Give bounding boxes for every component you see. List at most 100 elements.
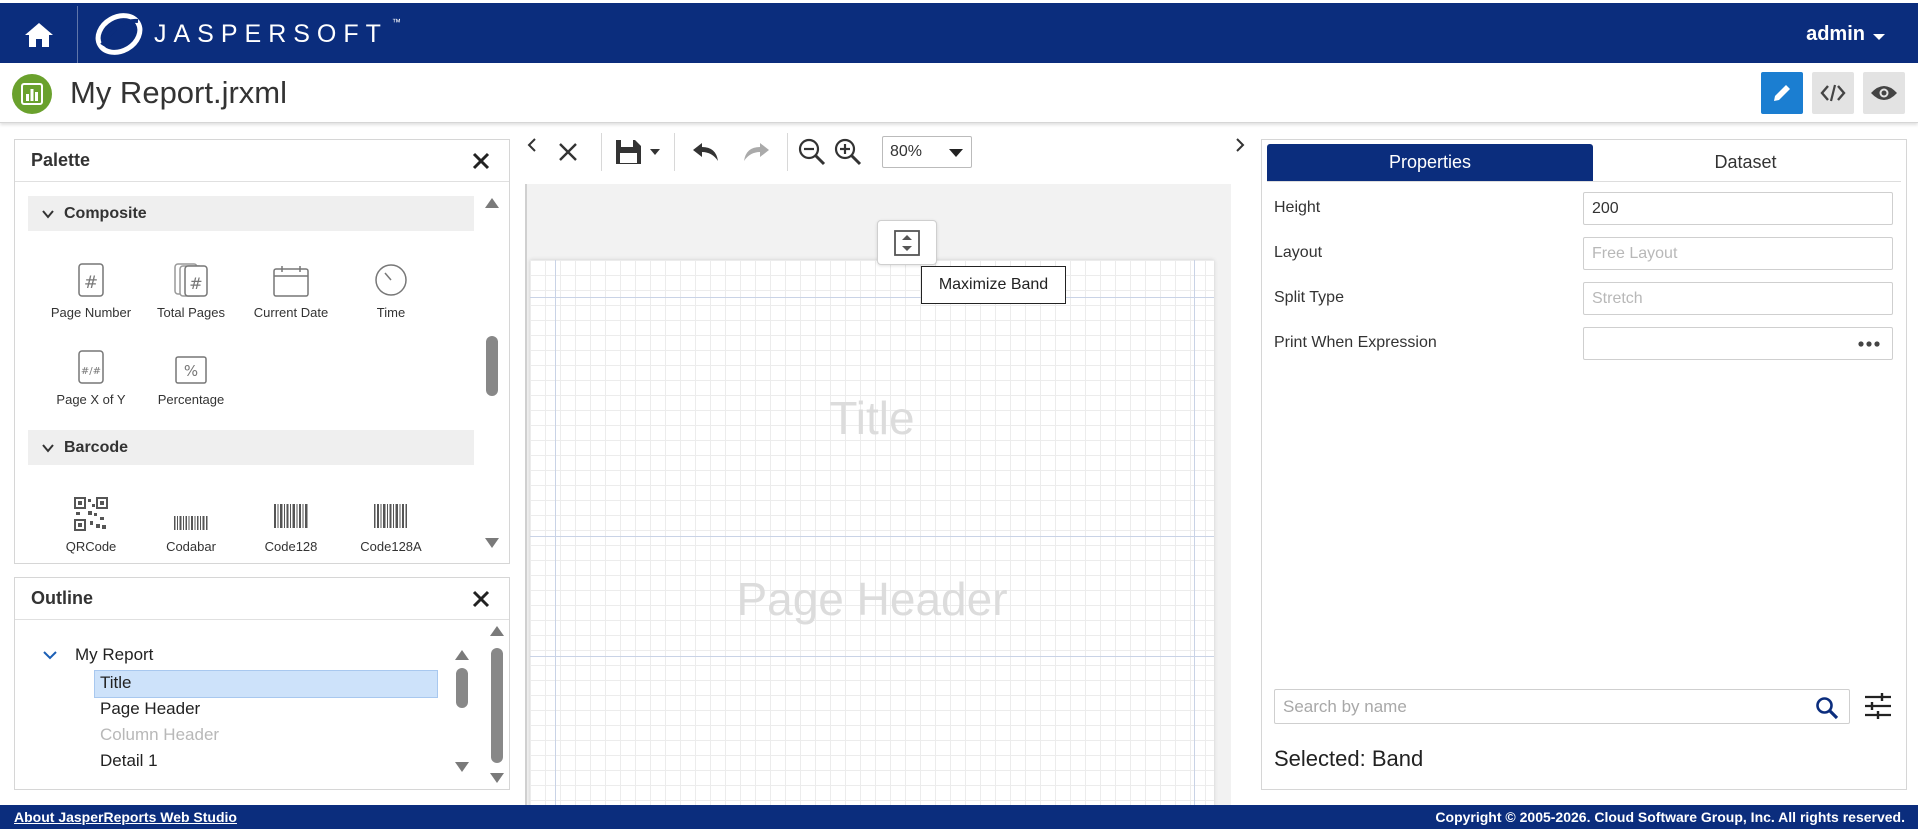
collapse-right-panel-button[interactable] (1230, 130, 1250, 160)
chevron-down-icon[interactable] (43, 650, 57, 660)
prop-label-height: Height (1274, 199, 1321, 216)
maximize-band-button[interactable] (877, 220, 937, 265)
band-page-header[interactable]: Page Header (530, 572, 1214, 626)
toolbar-divider (674, 133, 675, 171)
margin-guide (1194, 260, 1195, 805)
band-guide (530, 297, 1214, 298)
palette-item-total-pages[interactable]: # Total Pages (141, 257, 241, 320)
outline-inner-scrollbar[interactable] (455, 650, 469, 774)
palette-scrollbar[interactable] (485, 198, 499, 550)
height-field[interactable]: 200 (1583, 192, 1893, 225)
outline-item-column-header[interactable]: Column Header (100, 725, 219, 745)
outline-scrollbar[interactable] (490, 626, 504, 784)
report-canvas[interactable]: Title Page Header (525, 184, 1231, 805)
zoom-out-button[interactable] (794, 132, 830, 172)
palette-item-page-number[interactable]: # Page Number (41, 257, 141, 320)
calendar-icon (273, 266, 309, 297)
pencil-icon (1774, 85, 1790, 101)
search-placeholder: Search by name (1283, 696, 1407, 716)
close-icon[interactable] (471, 151, 491, 171)
scrollbar-thumb[interactable] (491, 648, 503, 763)
about-link[interactable]: About JasperReports Web Studio (14, 809, 237, 825)
jaspersoft-logo: JASPERSOFT ™ (94, 11, 407, 57)
save-button[interactable] (608, 132, 668, 172)
outline-header: Outline (15, 578, 509, 620)
palette-panel: Palette Composite # Page Number # Total … (14, 139, 510, 564)
brand-trademark: ™ (391, 17, 401, 27)
page-title: My Report.jrxml (70, 75, 288, 110)
selected-status: Selected: Band (1274, 746, 1424, 771)
prop-label-split-type: Split Type (1274, 289, 1344, 306)
undo-button[interactable] (681, 132, 731, 172)
save-icon (616, 140, 641, 164)
prop-label-print-when-expression: Print When Expression (1274, 334, 1437, 351)
code-icon (1820, 84, 1846, 102)
close-button[interactable] (541, 132, 595, 172)
user-menu[interactable]: admin (1806, 23, 1885, 46)
prop-label-layout: Layout (1274, 244, 1323, 261)
outline-item-title[interactable]: Title (94, 670, 438, 698)
scrollbar-thumb[interactable] (456, 668, 468, 708)
scroll-down-icon[interactable] (455, 762, 469, 772)
footer: About JasperReports Web Studio Copyright… (0, 805, 1918, 829)
zoom-in-button[interactable] (830, 132, 866, 172)
scrollbar-thumb[interactable] (486, 336, 498, 396)
more-icon[interactable] (1858, 341, 1880, 347)
margin-guide (555, 260, 556, 805)
band-title[interactable]: Title (530, 391, 1214, 445)
top-bar: JASPERSOFT ™ admin (0, 0, 1918, 63)
palette-item-qrcode[interactable]: QRCode (41, 491, 141, 554)
layout-field[interactable]: Free Layout (1583, 237, 1893, 270)
scroll-up-icon[interactable] (485, 198, 499, 208)
app: JASPERSOFT ™ admin My Report.jrxml Palet… (0, 0, 1918, 829)
designer-toolbar: 80% (525, 126, 1231, 178)
split-type-field[interactable]: Stretch (1583, 282, 1893, 315)
palette-title: Palette (31, 150, 91, 170)
outline-panel: Outline My Report Title Page Header Colu… (14, 577, 510, 790)
outline-item-page-header[interactable]: Page Header (100, 699, 200, 719)
report-page[interactable]: Title Page Header (530, 260, 1214, 805)
scroll-up-icon[interactable] (490, 626, 504, 636)
print-when-expression-field[interactable] (1583, 327, 1893, 360)
palette-group-composite[interactable]: Composite (28, 196, 474, 231)
palette-item-page-x-of-y[interactable]: #/# Page X of Y (41, 344, 141, 407)
search-input[interactable]: Search by name (1274, 689, 1850, 724)
total-pages-icon: # (174, 263, 208, 297)
scroll-up-icon[interactable] (455, 650, 469, 660)
home-button[interactable] (0, 6, 78, 63)
palette-item-percentage[interactable]: % Percentage (141, 344, 241, 407)
palette-item-code128[interactable]: Code128 (241, 491, 341, 554)
outline-root[interactable]: My Report (75, 645, 153, 665)
palette-group-barcode[interactable]: Barcode (28, 430, 474, 465)
barcode-icon (374, 504, 407, 528)
scroll-down-icon[interactable] (485, 538, 499, 548)
barcode-icon (174, 516, 208, 530)
scroll-down-icon[interactable] (490, 773, 504, 783)
brand-name: JASPERSOFT (154, 19, 388, 48)
chevron-down-icon (1873, 33, 1885, 40)
palette-item-code128a[interactable]: Code128A (341, 491, 441, 554)
zoom-out-icon (798, 138, 826, 166)
clock-icon (375, 264, 407, 296)
tab-properties[interactable]: Properties (1267, 144, 1593, 181)
redo-button[interactable] (731, 132, 781, 172)
palette-group-label: Barcode (64, 438, 129, 456)
close-icon[interactable] (471, 589, 491, 609)
chevron-right-icon (1236, 138, 1245, 152)
palette-item-codabar[interactable]: Codabar (141, 491, 241, 554)
tab-divider (1267, 181, 1901, 182)
search-icon[interactable] (1815, 696, 1839, 720)
source-mode-button[interactable] (1812, 72, 1854, 114)
design-mode-button[interactable] (1761, 72, 1803, 114)
palette-item-current-date[interactable]: Current Date (241, 257, 341, 320)
report-icon (12, 74, 52, 114)
zoom-select[interactable]: 80% (882, 136, 972, 168)
redo-icon (744, 143, 769, 161)
preview-mode-button[interactable] (1863, 72, 1905, 114)
svg-text:#: # (84, 273, 98, 293)
chevron-down-icon (949, 149, 963, 157)
filter-settings-icon[interactable] (1863, 691, 1893, 721)
palette-item-time[interactable]: Time (341, 257, 441, 320)
outline-item-detail-1[interactable]: Detail 1 (100, 751, 158, 771)
tab-dataset[interactable]: Dataset (1593, 144, 1898, 181)
